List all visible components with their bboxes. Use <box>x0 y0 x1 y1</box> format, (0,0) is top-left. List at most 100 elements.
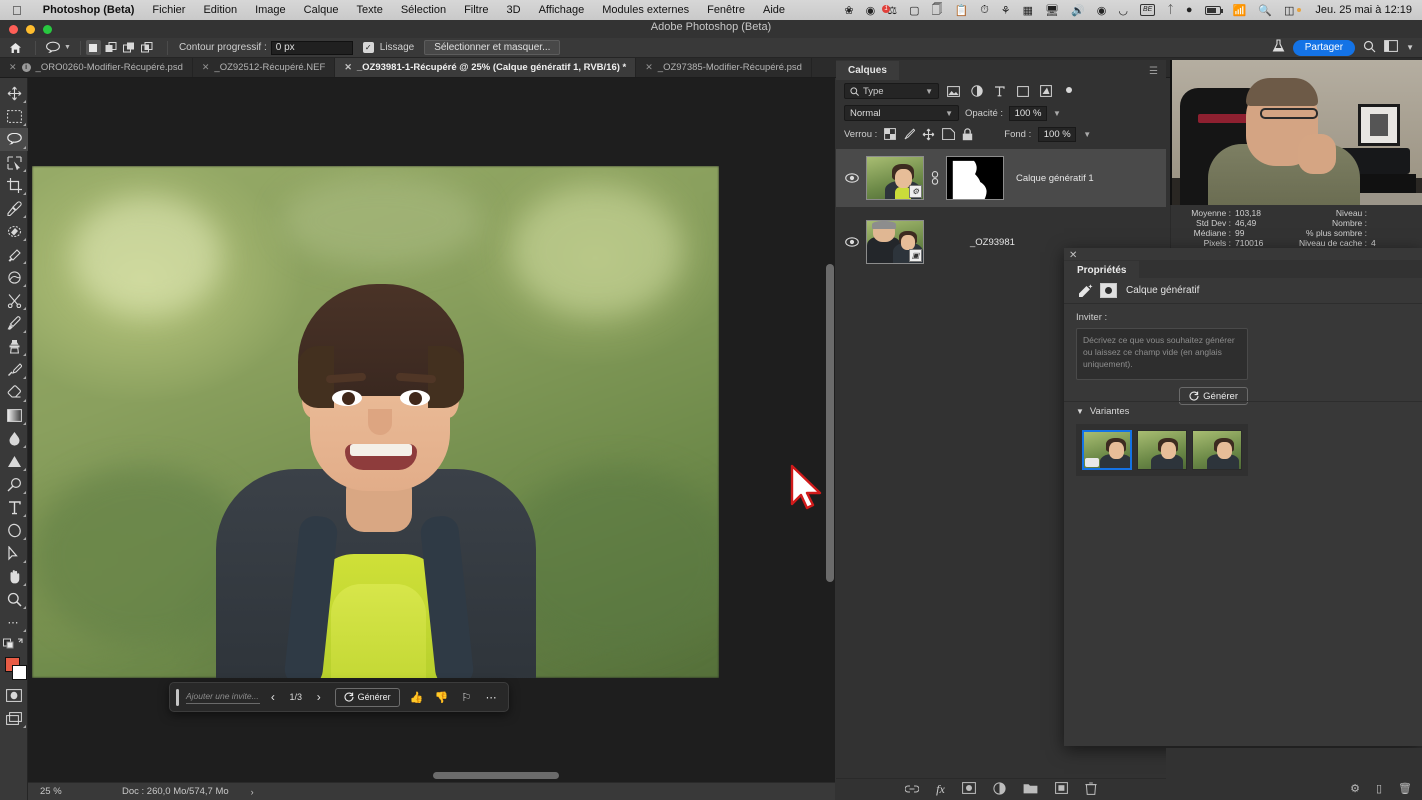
contextual-task-bar[interactable]: Ajouter une invite... ‹ 1/3 › Générer 👍 … <box>169 682 509 712</box>
thumbs-down-icon[interactable]: 👎 <box>431 691 453 704</box>
feather-input[interactable]: 0 px <box>270 40 353 55</box>
chevron-down-icon[interactable]: ▼ <box>64 44 71 51</box>
opacity-chevron-down-icon[interactable]: ▼ <box>1053 109 1061 118</box>
new-selection-icon[interactable] <box>85 40 101 55</box>
smartobject-filter-icon[interactable] <box>1037 84 1054 99</box>
hand-tool[interactable] <box>0 565 28 588</box>
bluetooth-icon[interactable]: ᛏ <box>1161 4 1180 16</box>
prompt-input[interactable]: Ajouter une invite... <box>185 691 260 704</box>
dodge-tool[interactable] <box>0 450 28 473</box>
screen-record-icon[interactable]: ▢ <box>903 4 925 17</box>
eraser-tool[interactable] <box>0 381 28 404</box>
panel-menu-icon[interactable]: ☰ <box>1149 66 1166 80</box>
chevron-down-icon[interactable]: ▼ <box>1406 43 1414 52</box>
brush-tool[interactable] <box>0 312 28 335</box>
apple-logo-icon[interactable]:  <box>12 4 22 17</box>
delete-layer-icon[interactable] <box>1085 782 1097 798</box>
headphone-icon[interactable]: ◡ <box>1112 4 1134 17</box>
document-tab-2[interactable]: ✕ _OZ92512-Récupéré.NEF <box>192 58 336 77</box>
close-window-button[interactable] <box>9 25 18 34</box>
generate-button[interactable]: Générer <box>1179 387 1248 405</box>
butterfly-icon[interactable]: ❀ <box>838 4 859 17</box>
pen-tool[interactable] <box>0 473 28 496</box>
thumbs-up-icon[interactable]: 👍 <box>406 691 428 704</box>
quick-selection-tool[interactable] <box>0 151 28 174</box>
tab-calques[interactable]: Calques <box>836 61 899 80</box>
minimize-window-button[interactable] <box>26 25 35 34</box>
menu-fichier[interactable]: Fichier <box>143 4 194 16</box>
crop-tool[interactable] <box>0 174 28 197</box>
close-icon[interactable]: ✕ <box>202 62 210 73</box>
clipboard-icon[interactable]: 📋 <box>948 4 974 17</box>
layer-visibility-icon[interactable] <box>844 237 860 247</box>
ellipsis-icon[interactable]: ⋯ <box>480 691 502 704</box>
menu-app-name[interactable]: Photoshop (Beta) <box>34 4 144 16</box>
new-layer-icon[interactable] <box>1054 782 1068 797</box>
filter-toggle-icon[interactable] <box>1060 84 1077 99</box>
variants-header[interactable]: ▼ Variantes <box>1076 406 1410 417</box>
menu-calque[interactable]: Calque <box>295 4 348 16</box>
layer-name[interactable]: Calque génératif 1 <box>1016 173 1094 184</box>
remove-tool[interactable] <box>0 266 28 289</box>
intersect-selection-icon[interactable] <box>140 40 155 55</box>
share-button[interactable]: Partager <box>1292 39 1356 56</box>
path-selection-tool[interactable] <box>0 542 28 565</box>
type-filter-icon[interactable] <box>991 84 1008 99</box>
menu-image[interactable]: Image <box>246 4 295 16</box>
more-tools-button[interactable]: ⋯ <box>0 611 28 634</box>
new-group-icon[interactable] <box>1023 782 1038 797</box>
drag-grip-icon[interactable] <box>176 688 179 706</box>
scissors-tool[interactable] <box>0 289 28 312</box>
timemachine-icon[interactable]: ◉ <box>1091 4 1113 17</box>
status-caret-icon[interactable]: › <box>229 787 254 797</box>
layout-icon[interactable]: ▯ <box>1376 782 1382 795</box>
quick-mask-icon[interactable] <box>0 684 28 707</box>
adjustment-layer-icon[interactable] <box>993 781 1006 798</box>
add-mask-icon[interactable] <box>961 782 976 797</box>
lock-all-icon[interactable] <box>962 127 973 141</box>
background-color-swatch[interactable] <box>12 665 27 680</box>
lasso-tool[interactable] <box>0 128 28 151</box>
layer-thumbnail[interactable]: ⚙ <box>866 156 924 200</box>
zoom-tool[interactable] <box>0 588 28 611</box>
menu-texte[interactable]: Texte <box>348 4 392 16</box>
menu-3d[interactable]: 3D <box>498 4 530 16</box>
clone-stamp-tool[interactable] <box>0 335 28 358</box>
menu-selection[interactable]: Sélection <box>392 4 455 16</box>
maximize-window-button[interactable] <box>43 25 52 34</box>
screen-mode-icon[interactable] <box>0 707 28 730</box>
settings-icon[interactable]: ⚙ <box>1350 782 1360 795</box>
link-layers-icon[interactable] <box>904 784 920 796</box>
layer-thumbnail[interactable]: ▣ <box>866 220 924 264</box>
mask-thumb-icon[interactable] <box>1100 283 1117 298</box>
lock-nesting-icon[interactable] <box>942 128 956 140</box>
wifi-icon[interactable]: 📶 <box>1227 4 1253 17</box>
user-icon[interactable]: ● <box>1180 4 1199 16</box>
close-icon[interactable]: ✕ <box>344 62 352 73</box>
close-icon[interactable]: ✕ <box>9 62 17 73</box>
trash-icon[interactable]: 🗑 <box>1398 782 1412 795</box>
layer-visibility-icon[interactable] <box>844 173 860 183</box>
document-image[interactable] <box>32 166 719 678</box>
search-icon[interactable] <box>1363 40 1376 56</box>
volume-icon[interactable]: 🔊 <box>1065 4 1091 17</box>
blur-tool[interactable] <box>0 427 28 450</box>
copy-icon[interactable]: 🗍 <box>925 1 948 20</box>
adjustment-filter-icon[interactable] <box>968 84 985 99</box>
tab-proprietes[interactable]: Propriétés <box>1064 261 1140 279</box>
move-tool[interactable] <box>0 82 28 105</box>
fill-chevron-down-icon[interactable]: ▼ <box>1083 130 1091 139</box>
search-icon[interactable]: 🔍 <box>1252 4 1278 17</box>
color-swatches[interactable] <box>0 654 28 684</box>
menu-affichage[interactable]: Affichage <box>530 4 594 16</box>
menu-aide[interactable]: Aide <box>754 4 794 16</box>
workspace-icon[interactable] <box>1384 40 1398 55</box>
menubar-clock[interactable]: Jeu. 25 mai à 12:19 <box>1307 4 1414 16</box>
chevron-down-icon[interactable]: ▼ <box>945 109 953 118</box>
patch-tool[interactable] <box>0 243 28 266</box>
document-tab-4[interactable]: ✕ _OZ97385-Modifier-Récupéré.psd <box>636 58 812 77</box>
chevron-left-icon[interactable]: ‹ <box>263 690 283 704</box>
blend-mode-select[interactable]: Normal ▼ <box>844 105 959 121</box>
active-tool-selector[interactable]: ▼ <box>41 41 75 55</box>
type-tool[interactable] <box>0 496 28 519</box>
